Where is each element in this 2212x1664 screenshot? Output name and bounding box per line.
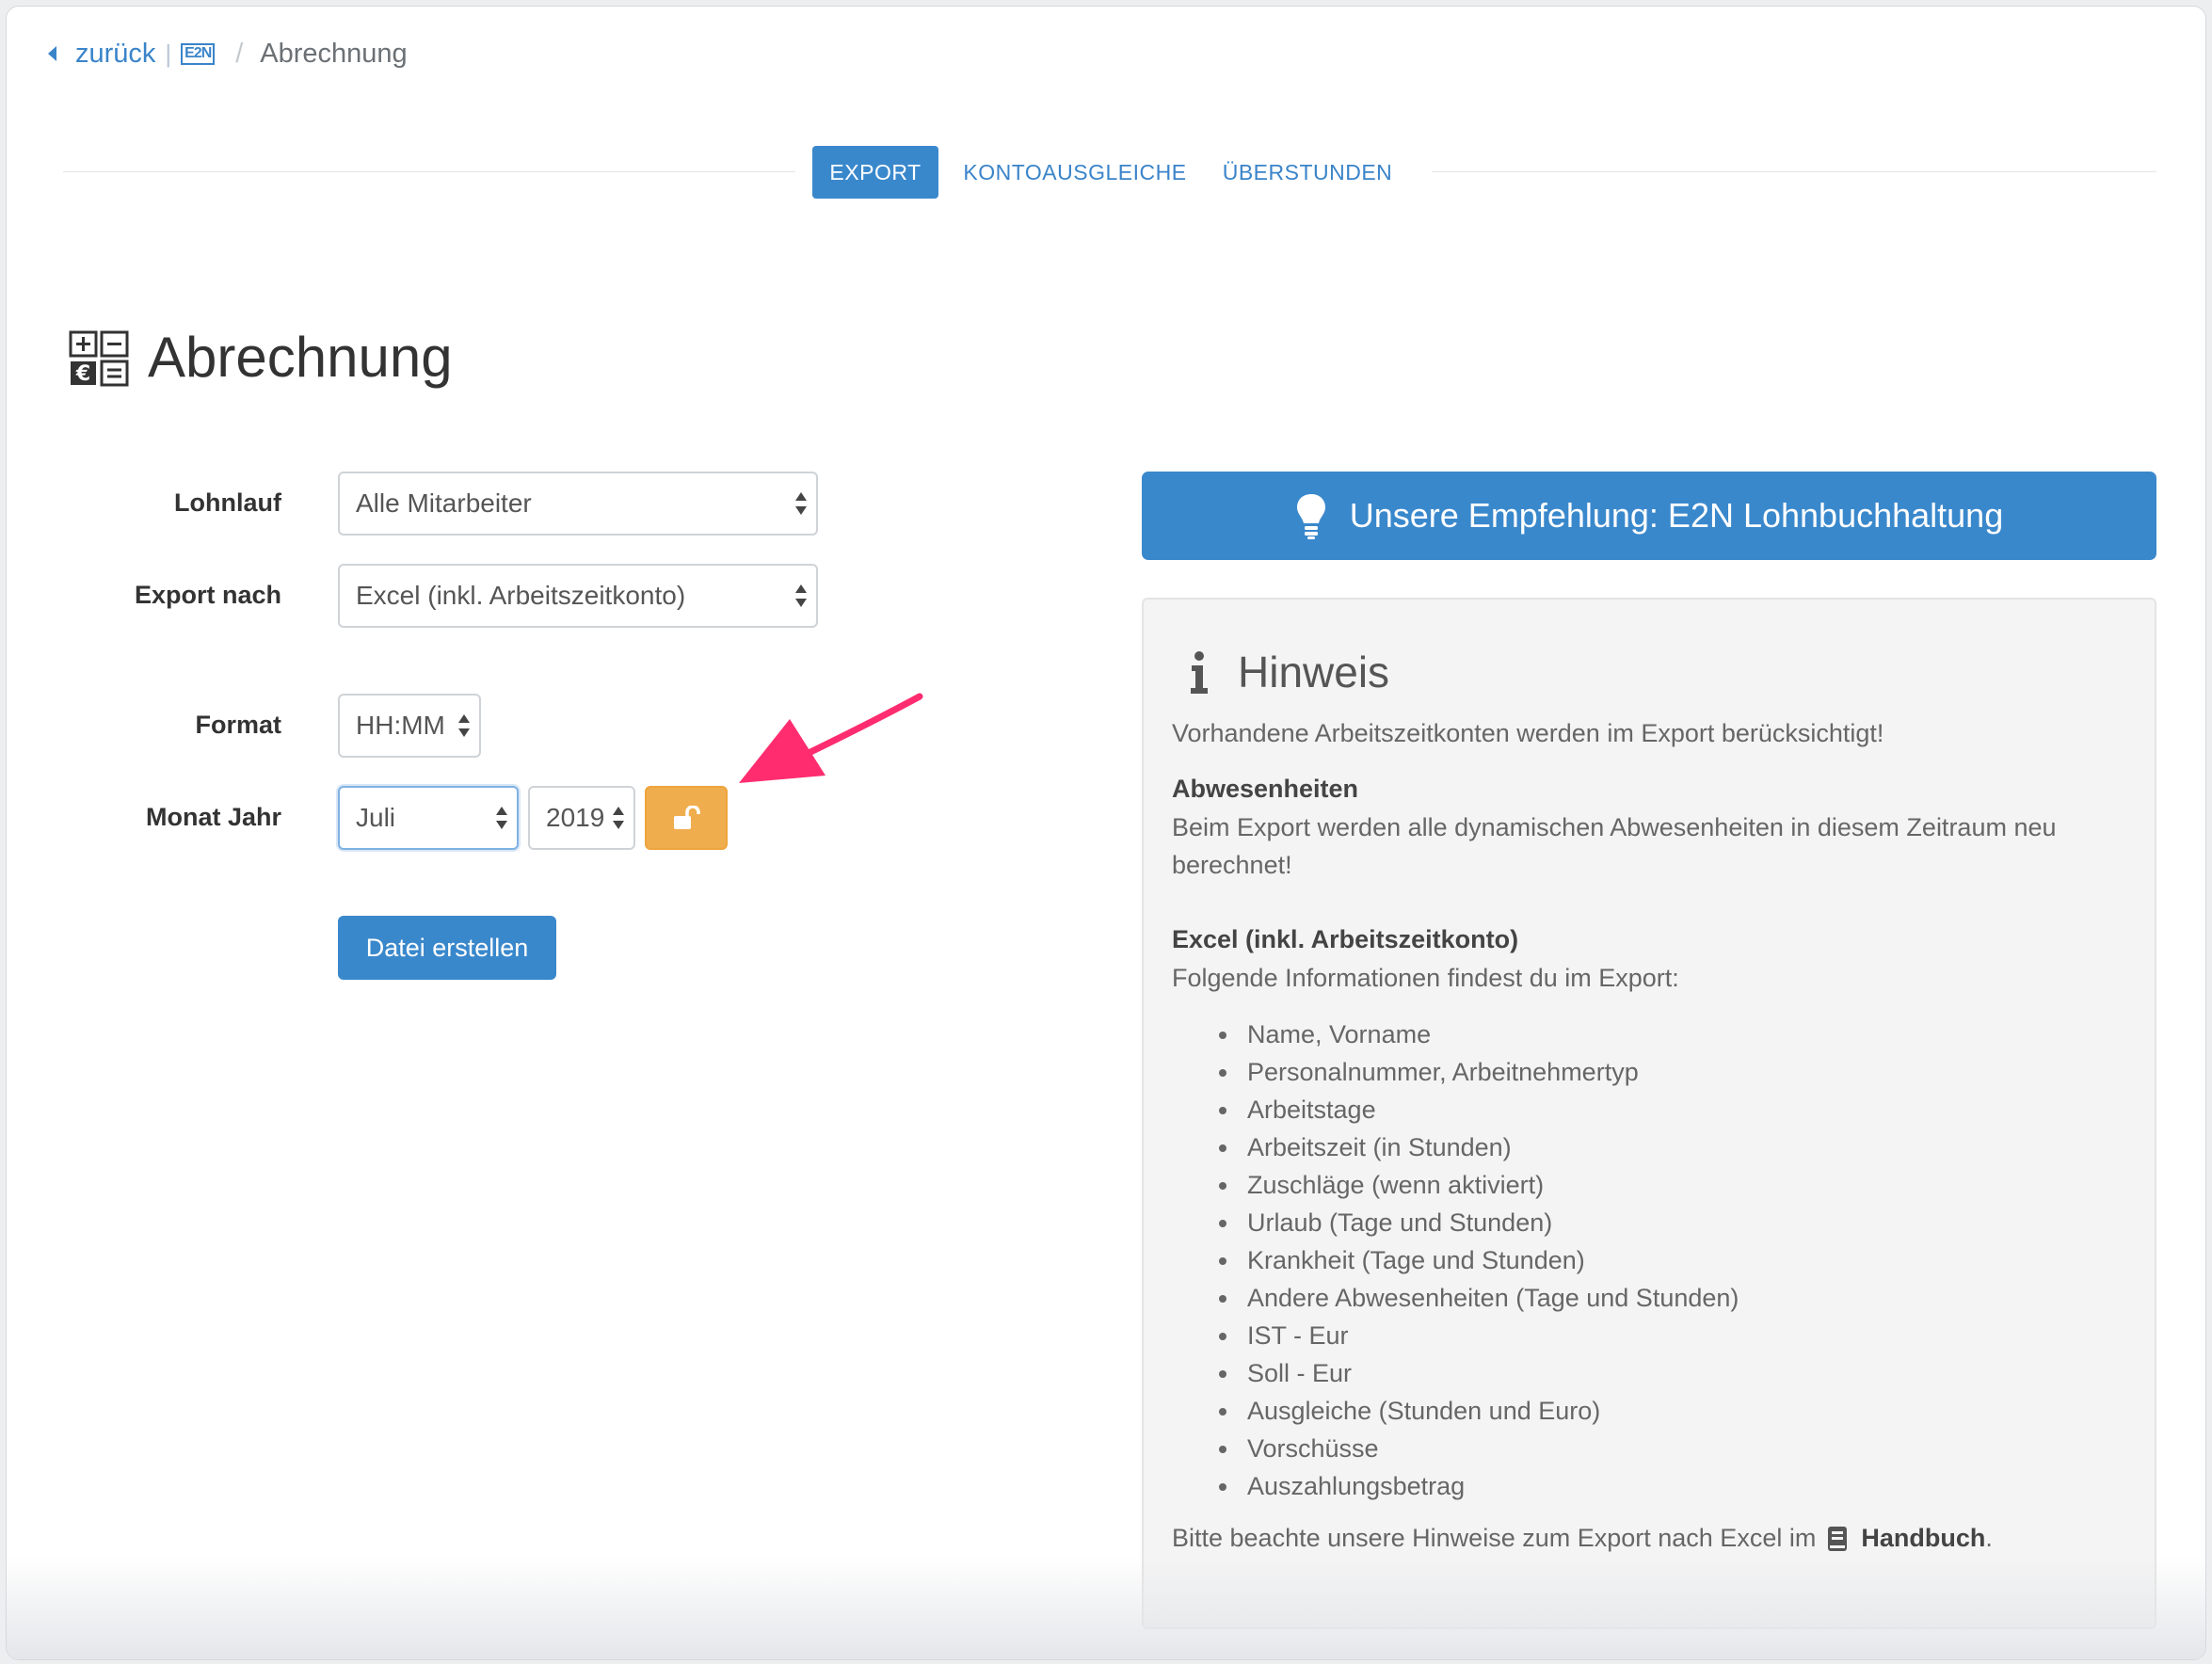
tabs-divider xyxy=(1432,171,2156,172)
breadcrumb: zurück | E2N / Abrechnung xyxy=(48,35,408,72)
select-arrows-icon xyxy=(795,490,807,517)
list-item: Krankheit (Tage und Stunden) xyxy=(1172,1241,1739,1279)
e2n-logo[interactable]: E2N xyxy=(181,42,216,65)
list-item: Soll - Eur xyxy=(1172,1354,1739,1392)
absence-text: Beim Export werden alle dynamischen Abwe… xyxy=(1172,813,2057,879)
export-nach-value: Excel (inkl. Arbeitszeitkonto) xyxy=(356,581,686,610)
tab-kontoausgleiche[interactable]: KONTOAUSGLEICHE xyxy=(957,146,1193,199)
info-icon xyxy=(1191,651,1208,694)
export-info-list: Name, Vorname Personalnummer, Arbeitnehm… xyxy=(1172,1016,1739,1505)
manual-note: Bitte beachte unsere Hinweise zum Export… xyxy=(1172,1524,1993,1553)
excel-title: Excel (inkl. Arbeitszeitkonto) xyxy=(1172,925,1519,953)
breadcrumb-separator: / xyxy=(235,38,244,69)
hint-intro: Vorhandene Arbeitszeitkonten werden im E… xyxy=(1172,719,1884,747)
manual-note-suffix: . xyxy=(1985,1524,1993,1552)
svg-text:€: € xyxy=(75,362,90,386)
year-value: 2019 xyxy=(546,803,605,832)
recommendation-label: Unsere Empfehlung: E2N Lohnbuchhaltung xyxy=(1349,496,2004,535)
format-label: Format xyxy=(195,711,281,739)
list-item: IST - Eur xyxy=(1172,1317,1739,1354)
window-bottom-fade xyxy=(7,1556,2205,1659)
back-link[interactable]: zurück xyxy=(48,39,155,70)
list-item: Name, Vorname xyxy=(1172,1016,1739,1053)
select-arrows-icon xyxy=(795,583,807,609)
recommendation-button[interactable]: Unsere Empfehlung: E2N Lohnbuchhaltung xyxy=(1142,472,2156,560)
tab-export[interactable]: EXPORT xyxy=(812,146,938,199)
export-nach-select[interactable]: Excel (inkl. Arbeitszeitkonto) xyxy=(338,564,818,628)
select-arrows-icon xyxy=(458,712,470,739)
back-link-label: zurück xyxy=(75,38,156,69)
list-item: Arbeitszeit (in Stunden) xyxy=(1172,1128,1739,1166)
book-icon xyxy=(1828,1526,1848,1551)
unlock-button[interactable] xyxy=(645,786,728,850)
lohnlauf-value: Alle Mitarbeiter xyxy=(356,488,532,518)
year-select[interactable]: 2019 xyxy=(528,786,635,850)
lohnlauf-label: Lohnlauf xyxy=(174,488,281,517)
list-item: Andere Abwesenheiten (Tage und Stunden) xyxy=(1172,1279,1739,1317)
lightbulb-icon xyxy=(1296,494,1325,539)
manual-note-text: Bitte beachte unsere Hinweise zum Export… xyxy=(1172,1524,1817,1552)
monat-jahr-label: Monat Jahr xyxy=(145,803,281,831)
breadcrumb-separator: | xyxy=(165,39,172,68)
list-item: Auszahlungsbetrag xyxy=(1172,1467,1739,1505)
tab-ueberstunden[interactable]: ÜBERSTUNDEN xyxy=(1213,146,1402,199)
list-item: Zuschläge (wenn aktiviert) xyxy=(1172,1166,1739,1204)
caret-left-icon xyxy=(48,46,56,61)
list-item: Personalnummer, Arbeitnehmertyp xyxy=(1172,1053,1739,1091)
breadcrumb-current: Abrechnung xyxy=(260,38,408,69)
app-window: zurück | E2N / Abrechnung EXPORT KONTOAU… xyxy=(6,6,2206,1660)
list-item: Urlaub (Tage und Stunden) xyxy=(1172,1204,1739,1241)
format-value: HH:MM xyxy=(356,711,445,740)
pointer-arrow-icon xyxy=(739,693,923,783)
unlock-icon xyxy=(674,806,700,829)
list-item: Ausgleiche (Stunden und Euro) xyxy=(1172,1392,1739,1430)
absence-title: Abwesenheiten xyxy=(1172,775,1359,803)
export-nach-label: Export nach xyxy=(134,581,281,609)
excel-intro: Folgende Informationen findest du im Exp… xyxy=(1172,964,1679,992)
hint-title: Hinweis xyxy=(1238,648,1390,696)
tabs-divider xyxy=(63,171,795,172)
create-file-button[interactable]: Datei erstellen xyxy=(338,916,556,980)
manual-link[interactable]: Handbuch xyxy=(1861,1524,1985,1553)
select-arrows-icon xyxy=(496,805,507,831)
page-title: Abrechnung xyxy=(148,326,453,389)
calculator-icon: € xyxy=(69,330,129,387)
list-item: Arbeitstage xyxy=(1172,1091,1739,1128)
format-select[interactable]: HH:MM xyxy=(338,694,481,758)
lohnlauf-select[interactable]: Alle Mitarbeiter xyxy=(338,472,818,536)
month-select[interactable]: Juli xyxy=(338,786,519,850)
select-arrows-icon xyxy=(613,805,624,831)
month-value: Juli xyxy=(356,803,396,832)
list-item: Vorschüsse xyxy=(1172,1430,1739,1467)
